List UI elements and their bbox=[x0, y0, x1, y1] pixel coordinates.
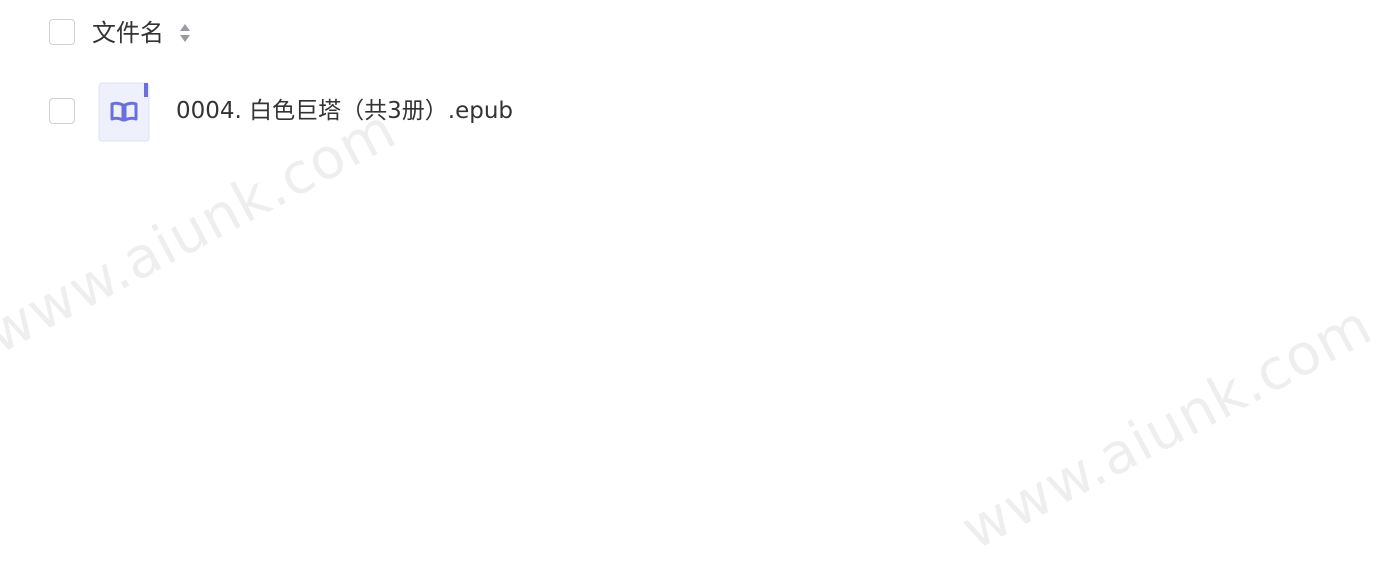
watermark-text: www.aiunk.com bbox=[0, 96, 407, 368]
row-select-checkbox[interactable] bbox=[49, 98, 75, 124]
file-list-page: 文件名 0004. 白色巨塔（共3册）.epub www.aiunk.com w… bbox=[0, 0, 1384, 588]
column-header-filename[interactable]: 文件名 bbox=[92, 16, 164, 50]
epub-book-icon bbox=[98, 82, 150, 142]
select-all-checkbox[interactable] bbox=[49, 19, 75, 45]
watermark-text: www.aiunk.com bbox=[951, 292, 1383, 563]
sort-icon[interactable] bbox=[179, 22, 191, 44]
file-name-link[interactable]: 0004. 白色巨塔（共3册）.epub bbox=[176, 95, 513, 127]
